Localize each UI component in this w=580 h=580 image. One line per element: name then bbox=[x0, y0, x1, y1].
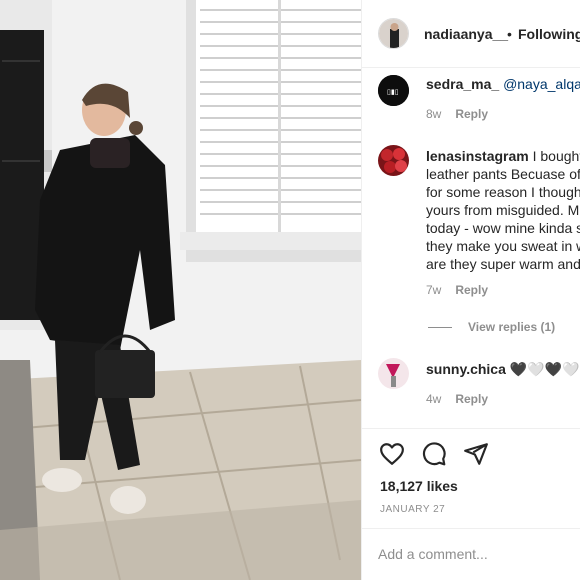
view-replies-button[interactable]: View replies (1) bbox=[428, 320, 555, 334]
post-photo-illustration bbox=[0, 0, 361, 580]
post-date: JANUARY 27 bbox=[380, 504, 446, 515]
comment-time: 4w bbox=[426, 392, 442, 406]
share-icon[interactable] bbox=[463, 441, 489, 467]
view-replies-label: View replies (1) bbox=[468, 320, 556, 334]
following-button[interactable]: Following bbox=[518, 26, 580, 42]
comment-mention[interactable]: @naya_alqad bbox=[503, 76, 580, 92]
reply-button[interactable]: Reply bbox=[455, 392, 488, 406]
comment-hearts: 🖤🤍🖤🤍 bbox=[509, 361, 580, 377]
view-replies-divider bbox=[428, 327, 452, 329]
post-details-panel: nadiaanya__ • Following ▯▮▯ sedra_ma_ @n… bbox=[361, 0, 580, 580]
commenter-avatar[interactable] bbox=[378, 358, 409, 389]
likes-count[interactable]: 18,127 likes bbox=[380, 478, 458, 494]
comment-username[interactable]: lenasinstagram bbox=[426, 148, 529, 164]
post-header: nadiaanya__ • Following bbox=[362, 0, 580, 68]
add-comment-input[interactable] bbox=[378, 543, 568, 565]
comment-time: 7w bbox=[426, 283, 442, 297]
comment-username[interactable]: sunny.chica bbox=[426, 361, 506, 377]
comment-line: yours from misguided. M bbox=[426, 202, 580, 218]
comment-line: are they super warm and bbox=[426, 256, 580, 272]
header-separator: • bbox=[507, 26, 512, 42]
comment-line: for some reason I though bbox=[426, 184, 580, 200]
post-actions bbox=[362, 428, 580, 476]
post-photo[interactable] bbox=[0, 0, 361, 580]
comment-icon[interactable] bbox=[421, 441, 447, 467]
reply-button[interactable]: Reply bbox=[455, 283, 488, 297]
comment-meta: 4w Reply bbox=[426, 392, 488, 406]
author-avatar[interactable] bbox=[378, 18, 409, 49]
comment-line: leather pants Becuase of bbox=[426, 166, 580, 182]
comment-text: lenasinstagram I bought leather pants Be… bbox=[426, 147, 580, 273]
comment-line: today - wow mine kinda s bbox=[426, 220, 580, 236]
comment-line: I bought bbox=[532, 148, 580, 164]
comment-username[interactable]: sedra_ma_ bbox=[426, 76, 499, 92]
comment-time: 8w bbox=[426, 107, 442, 121]
author-username[interactable]: nadiaanya__ bbox=[424, 26, 508, 42]
comment-meta: 7w Reply bbox=[426, 283, 488, 297]
heart-icon[interactable] bbox=[379, 441, 405, 467]
comment-text: sunny.chica 🖤🤍🖤🤍 bbox=[426, 360, 580, 378]
commenter-avatar[interactable]: ▯▮▯ bbox=[378, 75, 409, 106]
add-comment-bar bbox=[362, 528, 580, 580]
svg-text:▯▮▯: ▯▮▯ bbox=[387, 89, 399, 96]
commenter-avatar[interactable] bbox=[378, 145, 409, 176]
comment-meta: 8w Reply bbox=[426, 107, 488, 121]
comment-line: they make you sweat in w bbox=[426, 238, 580, 254]
reply-button[interactable]: Reply bbox=[455, 107, 488, 121]
comment-text: sedra_ma_ @naya_alqad bbox=[426, 75, 580, 93]
